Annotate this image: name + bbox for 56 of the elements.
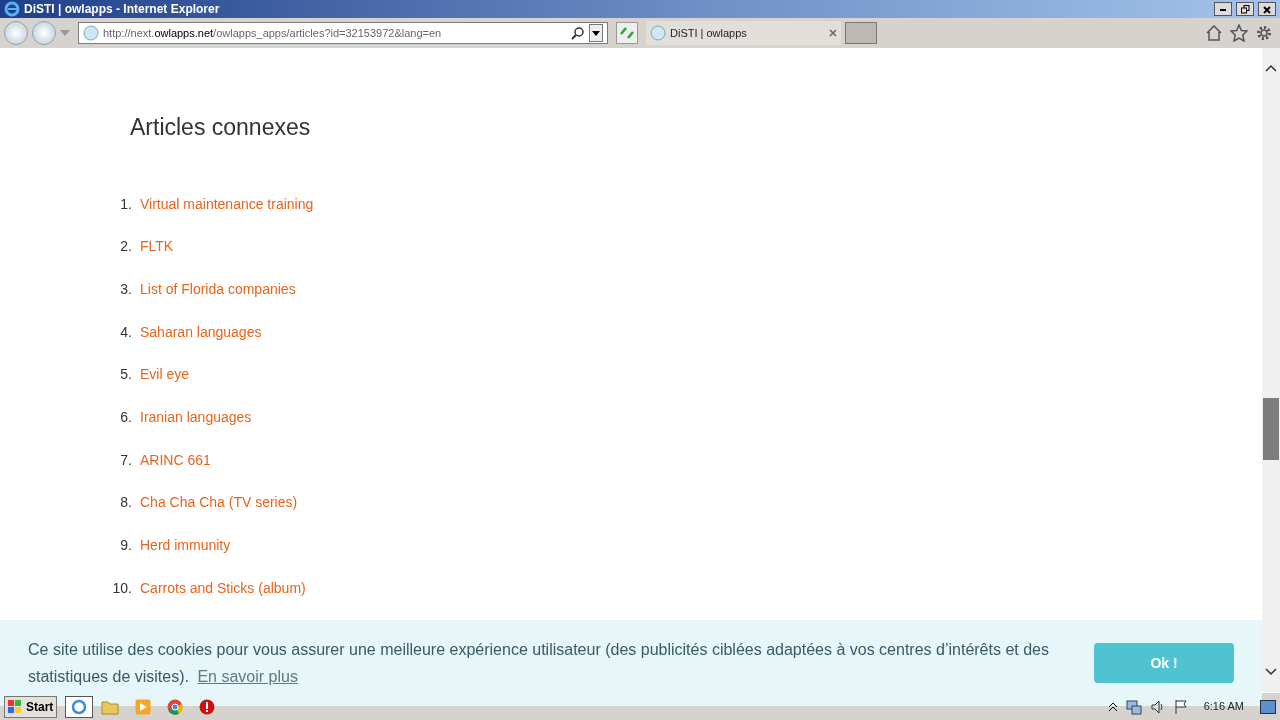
page-icon	[83, 25, 99, 41]
list-number: 5.	[119, 365, 133, 385]
cookie-message: Ce site utilise des cookies pour vous assurer une meilleure expérience utilisateur (des publicités ciblées adaptées à vos centres d’intérêts et des statistiques de visites). En savoir plus	[28, 640, 1050, 688]
article-link[interactable]: Saharan languages	[140, 321, 262, 343]
article-link[interactable]: Cha Cha Cha (TV series)	[140, 492, 298, 514]
minimize-button[interactable]	[1214, 2, 1232, 16]
list-number: 7.	[119, 450, 133, 470]
tray-arrow-icon[interactable]	[1107, 701, 1118, 712]
close-tab-icon[interactable]	[829, 29, 837, 37]
ok-button[interactable]: Ok !	[1094, 643, 1234, 684]
volume-icon[interactable]	[1149, 698, 1166, 715]
article-link[interactable]: List of Florida companies	[140, 278, 296, 300]
search-icon[interactable]	[571, 26, 585, 40]
start-button[interactable]: Start	[4, 695, 58, 718]
network-icon[interactable]	[1125, 698, 1142, 715]
star-icon[interactable]	[1230, 24, 1248, 42]
article-link[interactable]: Virtual maintenance training	[140, 193, 314, 215]
settings-icon[interactable]	[1256, 25, 1272, 41]
restore-button[interactable]	[1236, 2, 1254, 16]
start-logo-icon	[8, 699, 22, 714]
show-desktop-icon[interactable]	[1260, 699, 1276, 714]
list-number: 1.	[119, 194, 133, 214]
window-title: DiSTI | owlapps - Internet Explorer	[24, 1, 221, 18]
dropdown-icon[interactable]	[589, 24, 603, 42]
scrollbar-thumb[interactable]	[1263, 398, 1279, 460]
address-field[interactable]: http://next.owlapps.net/owlapps_apps/articles?id=32153972&lang=en	[78, 22, 608, 44]
list-number: 10.	[111, 578, 133, 598]
list-number: 4.	[119, 322, 133, 342]
list-number: 2.	[119, 237, 133, 257]
page-icon	[650, 25, 666, 41]
scroll-down-icon[interactable]	[1265, 668, 1277, 676]
article-link[interactable]: Carrots and Sticks (album)	[140, 577, 306, 599]
list-number: 3.	[119, 279, 133, 299]
close-button[interactable]	[1258, 2, 1276, 16]
restore-icon	[1240, 5, 1250, 15]
article-link[interactable]: ARINC 661	[140, 449, 211, 471]
list-number: 9.	[119, 536, 133, 556]
minimize-icon	[1220, 9, 1226, 11]
article-link[interactable]: Evil eye	[140, 364, 190, 386]
list-number: 6.	[119, 408, 133, 428]
browser-tab[interactable]: DiSTI | owlapps	[646, 21, 841, 45]
clock[interactable]: 6:16 AM	[1203, 698, 1244, 715]
scroll-up-icon[interactable]	[1265, 64, 1277, 72]
refresh-icon[interactable]	[616, 22, 638, 44]
article-link[interactable]: FLTK	[140, 236, 174, 258]
learn-more-link[interactable]: En savoir plus	[197, 668, 298, 686]
scrollbar[interactable]	[1262, 48, 1280, 692]
flag-icon[interactable]	[1173, 698, 1188, 715]
home-icon[interactable]	[1206, 25, 1222, 41]
article-link[interactable]: Iranian languages	[140, 407, 252, 429]
section-heading: Articles connexes	[130, 114, 311, 142]
close-icon	[1263, 5, 1271, 14]
list-number: 8.	[119, 493, 133, 513]
article-link[interactable]: Herd immunity	[140, 535, 231, 557]
browser-taskbar-icon[interactable]	[65, 695, 94, 718]
browser-logo-icon	[4, 1, 20, 17]
